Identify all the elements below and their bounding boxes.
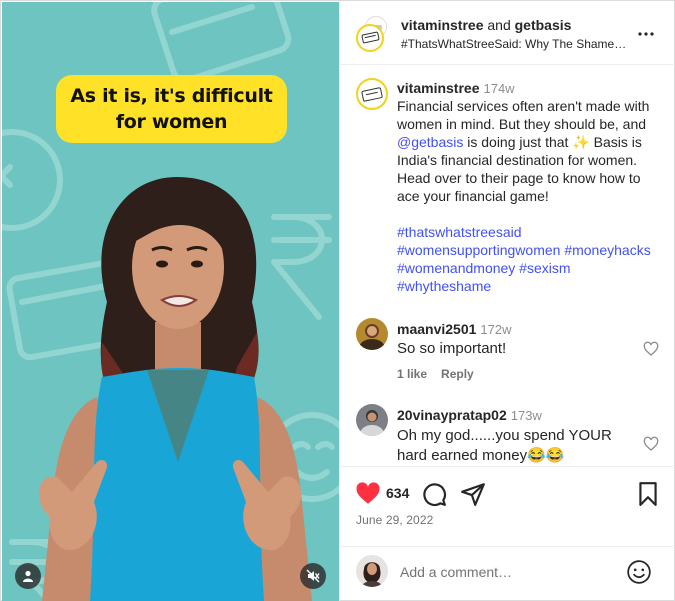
heart-icon[interactable] (643, 341, 659, 357)
post-video[interactable]: As it is, it's difficult for women (2, 2, 339, 601)
post-side-panel: vitaminstree and getbasis #ThatsWhatStre… (339, 2, 675, 601)
add-comment-row (340, 546, 675, 601)
comment-meta: 1 like Reply (397, 367, 488, 381)
author-link-vitaminstree[interactable]: vitaminstree (401, 17, 483, 33)
comment-username[interactable]: maanvi2501 (397, 321, 476, 337)
comment-time[interactable]: 172w (480, 322, 511, 337)
bookmark-icon[interactable] (635, 481, 661, 507)
comment-header: 20vinaypratap02 173w (397, 407, 542, 423)
vitaminstree-avatar[interactable] (356, 24, 384, 52)
comment-username[interactable]: 20vinaypratap02 (397, 407, 507, 423)
emoji-icon[interactable] (626, 559, 652, 585)
heart-icon[interactable] (643, 436, 659, 452)
share-icon[interactable] (460, 481, 486, 507)
video-caption: As it is, it's difficult for women (56, 75, 287, 143)
tagged-users-button[interactable] (15, 563, 41, 589)
mute-toggle-button[interactable] (300, 563, 326, 589)
caption-time[interactable]: 174w (483, 81, 514, 96)
caption-username[interactable]: vitaminstree (397, 80, 479, 96)
muted-icon (306, 569, 320, 583)
commenter-avatar[interactable] (356, 318, 388, 350)
video-caption-text: As it is, it's difficult for women (70, 85, 273, 133)
user-tag-icon (23, 570, 33, 582)
heart-icon[interactable] (355, 481, 381, 507)
caption-author-avatar[interactable] (356, 78, 388, 110)
comment-header: maanvi2501 172w (397, 321, 511, 337)
more-options-button[interactable] (634, 22, 658, 46)
mention-link[interactable]: @getbasis (397, 134, 463, 150)
author-link-getbasis[interactable]: getbasis (515, 17, 572, 33)
commenter-avatar[interactable] (356, 404, 388, 436)
post-subtitle[interactable]: #ThatsWhatStreeSaid: Why The Shame… (401, 37, 633, 51)
comment-likes[interactable]: 1 like (397, 367, 427, 381)
post-header: vitaminstree and getbasis #ThatsWhatStre… (340, 2, 675, 65)
comment-time[interactable]: 173w (511, 408, 542, 423)
comment-text: So so important! (397, 340, 507, 357)
authors-joiner: and (487, 17, 511, 33)
comment-reply-button[interactable]: Reply (441, 367, 474, 381)
caption-body-start: Financial services often aren't made wit… (397, 98, 650, 132)
more-icon (638, 32, 654, 36)
post-dialog: As it is, it's difficult for women vitam… (0, 0, 675, 601)
post-authors: vitaminstree and getbasis (401, 17, 571, 33)
comment-text: Oh my god......you spend YOUR hard earne… (397, 427, 612, 464)
comments-list[interactable]: vitaminstree 174w Financial services ofte… (340, 66, 675, 466)
presenter-figure (38, 177, 312, 601)
add-comment-input[interactable] (400, 562, 620, 582)
post-date[interactable]: June 29, 2022 (356, 513, 433, 527)
comment-icon[interactable] (421, 481, 447, 507)
caption-text: Financial services often aren't made wit… (397, 97, 659, 205)
caption-header: vitaminstree 174w (397, 80, 515, 96)
caption-hashtags[interactable]: #thatswhatstreesaid #womensupportingwome… (397, 223, 659, 295)
like-count[interactable]: 634 (386, 485, 409, 501)
current-user-avatar (356, 555, 388, 587)
post-actions: 634 June 29, 2022 (340, 466, 675, 546)
